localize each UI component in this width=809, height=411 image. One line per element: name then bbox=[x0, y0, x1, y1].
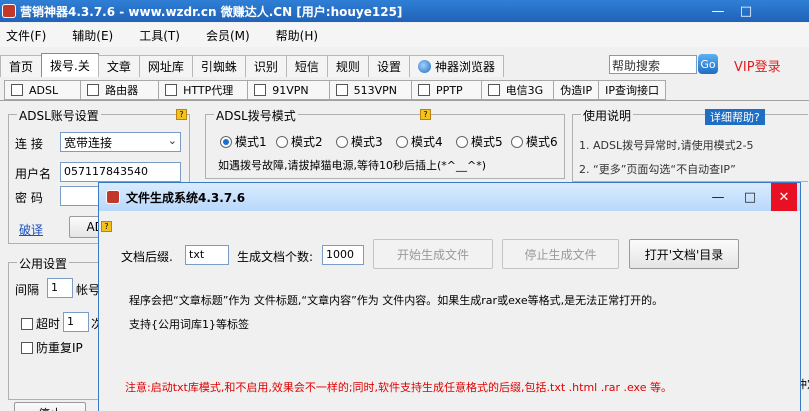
window-title: 营销神器4.3.7.6 - www.wzdr.cn 微赚达人.CN [用户:ho… bbox=[20, 4, 403, 19]
connection-select[interactable]: 宽带连接 ⌄ bbox=[60, 132, 181, 152]
tab-browser[interactable]: 神器浏览器 bbox=[408, 55, 504, 77]
mode-2-radio[interactable]: 模式2 bbox=[276, 133, 323, 150]
open-docs-folder-button[interactable]: 打开'文档'目录 bbox=[629, 239, 739, 269]
help-icon[interactable]: ? bbox=[176, 109, 187, 120]
connection-label: 连 接 bbox=[15, 137, 43, 151]
account-label: 帐号 bbox=[76, 283, 101, 297]
help-icon[interactable]: ? bbox=[420, 109, 431, 120]
tab-rules[interactable]: 规则 bbox=[326, 55, 369, 77]
detailed-help-button[interactable]: 详细帮助? bbox=[705, 109, 765, 125]
tab-recognize[interactable]: 识别 bbox=[244, 55, 287, 77]
subtab-ip-query[interactable]: IP查询接口 bbox=[598, 80, 666, 100]
dialog-tag-hint: 支持{公用词库1}等标签 bbox=[129, 318, 249, 331]
subtab-http-proxy[interactable]: HTTP代理 bbox=[158, 80, 249, 100]
stop-button[interactable]: 停止 bbox=[14, 402, 86, 411]
username-label: 用户名 bbox=[15, 167, 52, 181]
mode-6-radio[interactable]: 模式6 bbox=[511, 133, 558, 150]
vip-login-link[interactable]: VIP登录 bbox=[734, 56, 781, 75]
interval-label: 间隔 bbox=[15, 283, 40, 297]
browser-icon bbox=[417, 60, 431, 73]
tab-spider[interactable]: 引蜘蛛 bbox=[191, 55, 246, 77]
no-repeat-ip-checkbox[interactable]: 防重复IP bbox=[21, 339, 83, 356]
menu-file[interactable]: 文件(F) bbox=[0, 27, 52, 44]
adsl-checkbox[interactable] bbox=[11, 84, 23, 96]
dial-hint: 如遇拨号故障,请拔掉猫电源,等待10秒后插上(*^__^*) bbox=[218, 159, 487, 172]
interval-field[interactable]: 1 bbox=[47, 278, 73, 298]
username-field[interactable]: 057117843540 bbox=[60, 162, 181, 182]
instruction-line-2: 2. “更多”页面勾选“不自动查IP” bbox=[579, 163, 736, 176]
timeout-checkbox[interactable]: 超时 bbox=[21, 315, 60, 332]
dial-mode-title: ADSL拨号模式 bbox=[214, 107, 298, 124]
tab-home[interactable]: 首页 bbox=[0, 55, 43, 77]
tab-dial[interactable]: 拨号.关 bbox=[41, 53, 99, 77]
count-field[interactable]: 1000 bbox=[322, 245, 364, 265]
subtab-91vpn[interactable]: 91VPN bbox=[247, 80, 330, 100]
dialog-minimize-button[interactable]: — bbox=[705, 183, 731, 211]
subtab-telecom3g[interactable]: 电信3G bbox=[480, 80, 555, 100]
subtab-fake-ip[interactable]: 伪造IP bbox=[553, 80, 600, 100]
tab-settings[interactable]: 设置 bbox=[367, 55, 410, 77]
tab-url-library[interactable]: 网址库 bbox=[138, 55, 193, 77]
help-search-input[interactable]: 帮助搜索 bbox=[609, 55, 697, 74]
app-icon bbox=[2, 4, 16, 18]
start-generate-button[interactable]: 开始生成文件 bbox=[373, 239, 493, 269]
dialog-maximize-button[interactable]: □ bbox=[737, 183, 763, 211]
instructions-group: 使用说明 详细帮助? 1. ADSL拨号异常时,请使用模式2-5 2. “更多”… bbox=[572, 107, 808, 182]
dialog-close-button[interactable]: ✕ bbox=[771, 183, 797, 211]
suffix-field[interactable]: txt bbox=[185, 245, 229, 265]
dialog-description: 程序会把“文章标题”作为 文件标题,“文章内容”作为 文件内容。如果生成rar或… bbox=[129, 294, 664, 307]
adsl-account-title: ADSL账号设置 bbox=[17, 107, 101, 124]
stop-generate-button[interactable]: 停止生成文件 bbox=[502, 239, 619, 269]
menu-tools[interactable]: 工具(T) bbox=[133, 27, 186, 44]
dialog-warning-note: 注意:启动txt库模式,和不启用,效果会不一样的;同时,软件支持生成任意格式的后… bbox=[125, 381, 672, 394]
subtab-router[interactable]: 路由器 bbox=[80, 80, 160, 100]
subtab-adsl[interactable]: ADSL bbox=[4, 80, 82, 100]
main-tabs: 首页 拨号.关 文章 网址库 引蜘蛛 识别 短信 规则 设置 神器浏览器 bbox=[0, 53, 504, 77]
http-proxy-checkbox[interactable] bbox=[165, 84, 178, 96]
timeout-field[interactable]: 1 bbox=[63, 312, 89, 332]
menu-assist[interactable]: 辅助(E) bbox=[66, 27, 119, 44]
common-settings-title: 公用设置 bbox=[17, 255, 70, 272]
menu-member[interactable]: 会员(M) bbox=[200, 27, 256, 44]
menu-help[interactable]: 帮助(H) bbox=[270, 27, 324, 44]
pptp-checkbox[interactable] bbox=[418, 84, 431, 96]
dialog-body: ? 文档后缀. txt 生成文档个数: 1000 开始生成文件 停止生成文件 打… bbox=[99, 211, 800, 411]
router-checkbox[interactable] bbox=[87, 84, 100, 96]
subtab-pptp[interactable]: PPTP bbox=[411, 80, 482, 100]
file-generator-dialog: 文件生成系统4.3.7.6 — □ ✕ ? 文档后缀. txt 生成文档个数: … bbox=[98, 182, 801, 411]
search-button[interactable]: Go bbox=[698, 54, 718, 74]
mode-1-radio[interactable]: 模式1 bbox=[220, 133, 267, 150]
common-settings-group: 公用设置 间隔 1 帐号 超时 1 次 防重复IP bbox=[8, 255, 103, 400]
sub-tabs: ADSL 路由器 HTTP代理 91VPN 513VPN PPTP 电信3G 伪… bbox=[0, 80, 809, 101]
mode-5-radio[interactable]: 模式5 bbox=[456, 133, 503, 150]
mode-4-radio[interactable]: 模式4 bbox=[396, 133, 443, 150]
instructions-title: 使用说明 bbox=[581, 107, 634, 124]
password-label: 密 码 bbox=[15, 191, 43, 205]
dialog-title: 文件生成系统4.3.7.6 bbox=[126, 190, 246, 205]
dialog-app-icon bbox=[106, 190, 120, 204]
tab-articles[interactable]: 文章 bbox=[97, 55, 140, 77]
minimize-button[interactable]: — bbox=[706, 0, 730, 22]
count-label: 生成文档个数: bbox=[237, 250, 314, 264]
mode-3-radio[interactable]: 模式3 bbox=[336, 133, 383, 150]
subtab-513vpn[interactable]: 513VPN bbox=[328, 80, 413, 100]
main-title-bar: 营销神器4.3.7.6 - www.wzdr.cn 微赚达人.CN [用户:ho… bbox=[0, 0, 809, 22]
decode-link[interactable]: 破译 bbox=[19, 221, 43, 238]
tab-sms[interactable]: 短信 bbox=[285, 55, 328, 77]
513vpn-checkbox[interactable] bbox=[335, 84, 348, 96]
menu-bar: 文件(F) 辅助(E) 工具(T) 会员(M) 帮助(H) bbox=[0, 23, 809, 47]
telecom3g-checkbox[interactable] bbox=[487, 84, 500, 96]
suffix-label: 文档后缀. bbox=[121, 250, 173, 264]
91vpn-checkbox[interactable] bbox=[254, 84, 267, 96]
chevron-down-icon: ⌄ bbox=[167, 134, 177, 147]
help-icon[interactable]: ? bbox=[101, 221, 112, 232]
maximize-button[interactable]: □ bbox=[734, 0, 758, 22]
dialog-title-bar: 文件生成系统4.3.7.6 — □ ✕ bbox=[99, 183, 800, 211]
instruction-line-1: 1. ADSL拨号异常时,请使用模式2-5 bbox=[579, 139, 754, 152]
dial-mode-group: ADSL拨号模式 模式1 模式2 模式3 模式4 模式5 模式6 如遇拨号故障,… bbox=[205, 107, 565, 179]
